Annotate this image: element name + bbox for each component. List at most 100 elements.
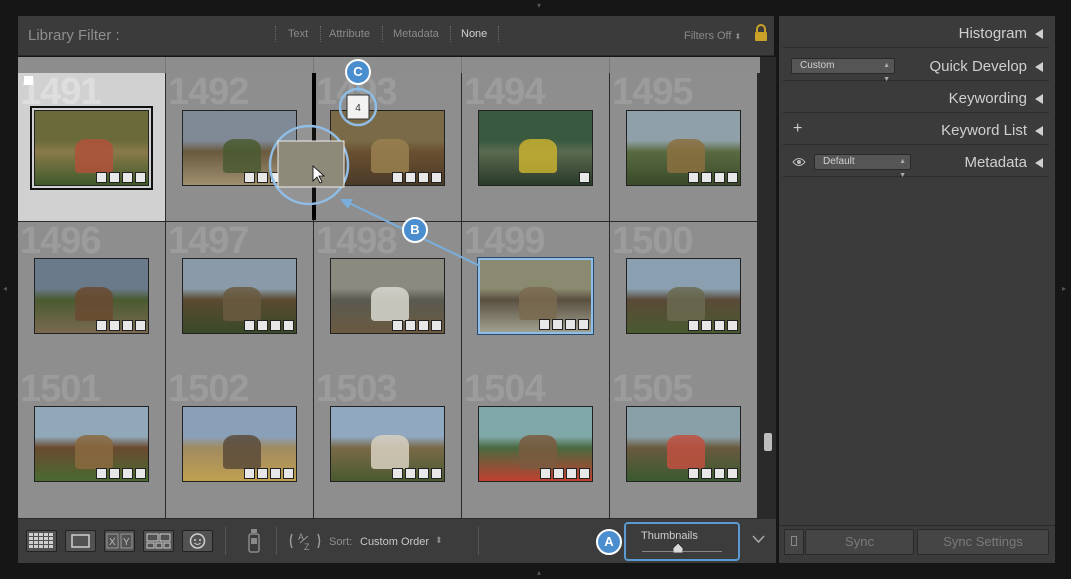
metadata-badge-icon[interactable] bbox=[270, 320, 281, 331]
grid-cell[interactable]: 1504 bbox=[462, 370, 609, 518]
grid-cell[interactable]: 1501 bbox=[18, 370, 165, 518]
metadata-badge-icon[interactable] bbox=[122, 172, 133, 183]
filter-text-option[interactable]: Text bbox=[288, 28, 308, 40]
develop-badge-icon[interactable] bbox=[135, 172, 146, 183]
develop-badge-icon[interactable] bbox=[431, 172, 442, 183]
grid-cell[interactable]: 1497 bbox=[166, 222, 313, 370]
metadata-badge-icon[interactable] bbox=[565, 319, 576, 330]
photo-thumbnail[interactable] bbox=[626, 110, 741, 186]
develop-badge-icon[interactable] bbox=[578, 319, 589, 330]
grid-cell[interactable]: 1498 bbox=[314, 222, 461, 370]
photo-thumbnail[interactable] bbox=[330, 110, 445, 186]
collection-badge-icon[interactable] bbox=[701, 320, 712, 331]
collection-badge-icon[interactable] bbox=[257, 320, 268, 331]
top-panel-toggle-icon[interactable]: ▾ bbox=[537, 2, 541, 10]
metadata-badge-icon[interactable] bbox=[122, 468, 133, 479]
metadata-badge-icon[interactable] bbox=[270, 468, 281, 479]
collection-badge-icon[interactable] bbox=[109, 320, 120, 331]
keyword-badge-icon[interactable] bbox=[392, 320, 403, 331]
photo-thumbnail[interactable] bbox=[330, 406, 445, 482]
quick-develop-preset-dropdown[interactable]: Custom ▲ ▼ bbox=[791, 58, 895, 83]
compare-view-button[interactable]: XY bbox=[104, 530, 135, 552]
auto-sync-switch[interactable] bbox=[784, 529, 804, 555]
grid-scrollbar[interactable] bbox=[760, 57, 776, 518]
lock-icon[interactable] bbox=[754, 24, 768, 42]
collapse-triangle-icon[interactable] bbox=[1035, 158, 1043, 168]
metadata-badge-icon[interactable] bbox=[122, 320, 133, 331]
loupe-view-button[interactable] bbox=[65, 530, 96, 552]
develop-badge-icon[interactable] bbox=[283, 468, 294, 479]
people-view-button[interactable] bbox=[182, 530, 213, 552]
filter-none-option[interactable]: None bbox=[461, 28, 487, 40]
filter-metadata-option[interactable]: Metadata bbox=[393, 28, 439, 40]
grid-cell[interactable]: 1492 bbox=[166, 73, 313, 221]
grid-cell[interactable]: 1494 bbox=[462, 73, 609, 221]
collection-badge-icon[interactable] bbox=[109, 468, 120, 479]
photo-thumbnail[interactable] bbox=[478, 110, 593, 186]
photo-thumbnail[interactable] bbox=[34, 258, 149, 334]
metadata-badge-icon[interactable] bbox=[714, 172, 725, 183]
sort-order-dropdown[interactable]: Custom Order bbox=[360, 536, 429, 548]
photo-thumbnail[interactable] bbox=[34, 406, 149, 482]
scrollbar-thumb[interactable] bbox=[764, 433, 772, 451]
collection-badge-icon[interactable] bbox=[701, 172, 712, 183]
collapse-triangle-icon[interactable] bbox=[1035, 62, 1043, 72]
photo-thumbnail[interactable] bbox=[330, 258, 445, 334]
left-panel-toggle-icon[interactable]: ◂ bbox=[3, 285, 7, 293]
collection-badge-icon[interactable] bbox=[257, 172, 268, 183]
photo-thumbnail[interactable] bbox=[30, 106, 153, 190]
develop-badge-icon[interactable] bbox=[727, 320, 738, 331]
photo-thumbnail[interactable] bbox=[478, 258, 593, 334]
collection-badge-icon[interactable] bbox=[405, 172, 416, 183]
develop-badge-icon[interactable] bbox=[579, 172, 590, 183]
keyword-badge-icon[interactable] bbox=[539, 319, 550, 330]
keywording-panel-header[interactable]: Keywording bbox=[783, 83, 1049, 113]
quick-develop-panel-header[interactable]: Custom ▲ ▼ Quick Develop bbox=[783, 51, 1049, 83]
photo-thumbnail[interactable] bbox=[182, 406, 297, 482]
metadata-badge-icon[interactable] bbox=[418, 172, 429, 183]
slider-knob[interactable] bbox=[673, 543, 683, 553]
filter-presets-dropdown[interactable]: Filters Off ⬍ bbox=[684, 30, 741, 42]
eye-icon[interactable] bbox=[792, 156, 806, 168]
grid-cell[interactable]: 1505 bbox=[610, 370, 757, 518]
develop-badge-icon[interactable] bbox=[727, 468, 738, 479]
develop-badge-icon[interactable] bbox=[579, 468, 590, 479]
photo-thumbnail[interactable] bbox=[478, 406, 593, 482]
grid-view-button[interactable] bbox=[26, 530, 57, 552]
keyword-badge-icon[interactable] bbox=[96, 172, 107, 183]
grid-cell[interactable]: 1503 bbox=[314, 370, 461, 518]
sort-direction-icon[interactable]: AZ bbox=[288, 530, 322, 552]
filter-attribute-option[interactable]: Attribute bbox=[329, 28, 370, 40]
collection-badge-icon[interactable] bbox=[257, 468, 268, 479]
metadata-preset-dropdown[interactable]: Default ▲ ▼ bbox=[814, 154, 911, 179]
pick-flag-icon[interactable] bbox=[24, 76, 33, 85]
keyword-badge-icon[interactable] bbox=[688, 320, 699, 331]
metadata-badge-icon[interactable] bbox=[566, 468, 577, 479]
survey-view-button[interactable] bbox=[143, 530, 174, 552]
collection-badge-icon[interactable] bbox=[553, 468, 564, 479]
keyword-badge-icon[interactable] bbox=[244, 172, 255, 183]
add-keyword-plus-icon[interactable]: + bbox=[793, 120, 802, 138]
keyword-badge-icon[interactable] bbox=[688, 468, 699, 479]
right-panel-toggle-icon[interactable]: ▸ bbox=[1062, 285, 1066, 293]
grid-cell[interactable]: 1496 bbox=[18, 222, 165, 370]
keyword-badge-icon[interactable] bbox=[244, 468, 255, 479]
develop-badge-icon[interactable] bbox=[727, 172, 738, 183]
collapse-triangle-icon[interactable] bbox=[1035, 29, 1043, 39]
develop-badge-icon[interactable] bbox=[431, 320, 442, 331]
grid-cell[interactable]: 1499 bbox=[462, 222, 609, 370]
metadata-badge-icon[interactable] bbox=[270, 172, 281, 183]
keyword-badge-icon[interactable] bbox=[688, 172, 699, 183]
develop-badge-icon[interactable] bbox=[283, 172, 294, 183]
sync-settings-button[interactable]: Sync Settings bbox=[917, 529, 1049, 555]
develop-badge-icon[interactable] bbox=[431, 468, 442, 479]
thumbnail-grid[interactable]: 1491 1492 1493 1494 1495 1496 1497 1498 1499 1500… bbox=[18, 57, 760, 518]
photo-thumbnail[interactable] bbox=[182, 110, 297, 186]
painter-spray-can-icon[interactable] bbox=[246, 528, 262, 554]
metadata-panel-header[interactable]: Default ▲ ▼ Metadata bbox=[783, 147, 1049, 179]
grid-cell[interactable]: 1491 bbox=[18, 73, 165, 221]
photo-thumbnail[interactable] bbox=[626, 258, 741, 334]
grid-cell[interactable]: 1502 bbox=[166, 370, 313, 518]
develop-badge-icon[interactable] bbox=[135, 320, 146, 331]
sort-dropdown-arrow-icon[interactable]: ⬍ bbox=[435, 535, 443, 546]
